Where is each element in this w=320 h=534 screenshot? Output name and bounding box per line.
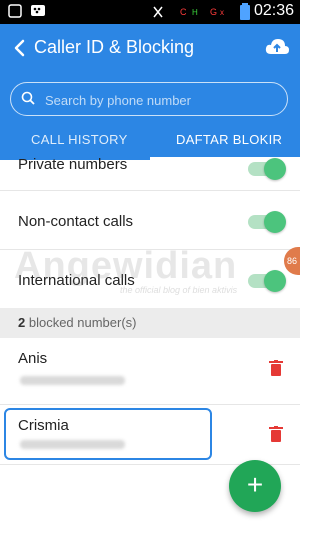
mute-icon bbox=[150, 4, 166, 23]
watermark-subtitle: the official blog of bien aktivis bbox=[120, 285, 238, 295]
setting-label: Non-contact calls bbox=[18, 213, 134, 230]
delete-icon[interactable] bbox=[269, 360, 283, 376]
search-icon bbox=[21, 91, 35, 105]
page-title: Caller ID & Blocking bbox=[34, 37, 195, 57]
battery-icon bbox=[240, 3, 250, 23]
setting-label: Private numbers bbox=[18, 156, 128, 173]
back-arrow-icon[interactable] bbox=[10, 36, 30, 60]
app-header: Caller ID & Blocking CALL HISTORY DAFTAR… bbox=[0, 24, 300, 160]
status-bar: CH Gx 02:36 bbox=[0, 0, 300, 24]
watermark: Angewidian bbox=[14, 245, 238, 287]
delete-icon[interactable] bbox=[269, 426, 283, 442]
signal-icon: CH Gx bbox=[180, 4, 230, 21]
search-input[interactable] bbox=[43, 83, 277, 117]
blocked-count-label: blocked number(s) bbox=[25, 315, 137, 330]
setting-row-non-contact[interactable]: Non-contact calls bbox=[0, 191, 300, 249]
notification-icon bbox=[8, 4, 22, 21]
blocked-count-header: 2 blocked number(s) bbox=[0, 308, 300, 338]
blocked-entry[interactable]: Crismia bbox=[0, 408, 300, 464]
toggle-switch[interactable] bbox=[248, 158, 286, 180]
entry-number-redacted bbox=[20, 376, 125, 385]
svg-text:H: H bbox=[192, 8, 198, 17]
setting-row-private[interactable]: Private numbers bbox=[0, 156, 300, 190]
cloud-upload-icon[interactable] bbox=[264, 35, 290, 59]
tab-daftar-blokir[interactable]: DAFTAR BLOKIR bbox=[176, 132, 282, 147]
svg-text:G: G bbox=[210, 7, 217, 17]
blocked-entry[interactable]: Anis bbox=[0, 338, 300, 404]
entry-number-redacted bbox=[20, 440, 125, 449]
svg-text:x: x bbox=[220, 8, 224, 17]
search-bar[interactable] bbox=[10, 82, 288, 117]
svg-text:C: C bbox=[180, 7, 187, 17]
toggle-switch[interactable] bbox=[248, 270, 286, 292]
toggle-switch[interactable] bbox=[248, 211, 286, 233]
tab-call-history[interactable]: CALL HISTORY bbox=[31, 132, 128, 147]
tab-bar: CALL HISTORY DAFTAR BLOKIR bbox=[0, 126, 300, 160]
entry-name: Anis bbox=[18, 350, 48, 367]
divider bbox=[0, 404, 300, 405]
entry-name: Crismia bbox=[18, 417, 69, 434]
bbm-icon bbox=[30, 4, 46, 21]
status-time: 02:36 bbox=[253, 2, 294, 19]
add-button[interactable]: + bbox=[229, 460, 281, 512]
